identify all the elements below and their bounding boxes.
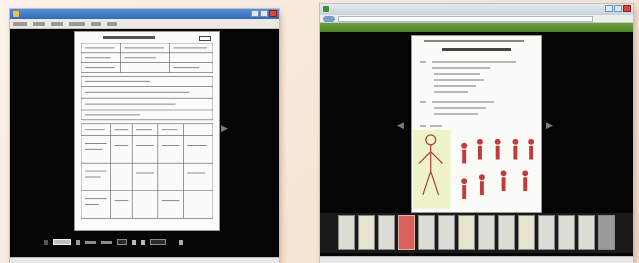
menu-item[interactable]	[13, 21, 27, 26]
page-thumbnail[interactable]	[358, 215, 375, 250]
window-titlebar[interactable]	[10, 9, 279, 19]
page-thumbnail[interactable]	[478, 215, 495, 250]
zoom-in-button[interactable]	[141, 239, 145, 245]
page-thumbnail[interactable]	[498, 215, 515, 250]
promo-background: { "left_window": { "title": "", "menu": …	[0, 0, 639, 263]
page-thumbnail[interactable]	[438, 215, 455, 250]
url-field[interactable]	[338, 16, 593, 22]
window-controls	[251, 10, 277, 17]
page-slider-track[interactable]	[101, 240, 112, 244]
maximize-button[interactable]	[614, 5, 622, 12]
status-bar	[10, 257, 279, 263]
back-forward-buttons[interactable]	[323, 16, 335, 22]
window-titlebar[interactable]	[320, 4, 633, 15]
page-thumbnail[interactable]	[518, 215, 535, 250]
page-thumbnail[interactable]	[598, 215, 615, 250]
page-thumbnail-toggle[interactable]	[53, 239, 71, 245]
document-viewer[interactable]: ▶	[10, 29, 279, 257]
menu-item[interactable]	[69, 21, 85, 26]
zoom-level-field[interactable]	[150, 239, 166, 245]
menu-item[interactable]	[33, 21, 45, 26]
app-icon	[323, 6, 329, 12]
close-button[interactable]	[269, 10, 277, 17]
document-viewer[interactable]: ◀ ▶	[320, 32, 633, 256]
viewer-toolbar	[40, 235, 248, 249]
fullscreen-button[interactable]	[179, 239, 183, 245]
chevron-right-icon[interactable]: ▶	[546, 122, 553, 131]
document-ref-box	[199, 36, 211, 41]
window-controls	[605, 5, 631, 12]
first-page-button[interactable]	[44, 239, 48, 245]
maximize-button[interactable]	[260, 10, 268, 17]
close-button[interactable]	[623, 5, 631, 12]
menu-item[interactable]	[51, 21, 63, 26]
page-thumbnail[interactable]	[558, 215, 575, 250]
page-slider[interactable]	[85, 240, 96, 244]
minimize-button[interactable]	[605, 5, 613, 12]
minimize-button[interactable]	[251, 10, 259, 17]
menu-bar	[10, 19, 279, 29]
prev-page-button[interactable]	[76, 239, 80, 245]
document-page[interactable]	[74, 31, 220, 231]
chevron-right-icon[interactable]: ▶	[221, 125, 228, 134]
app-icon	[13, 11, 19, 17]
page-thumbnail[interactable]	[458, 215, 475, 250]
address-bar	[320, 15, 633, 23]
menu-item[interactable]	[107, 21, 117, 26]
page-number-field[interactable]	[117, 239, 127, 245]
document-title	[103, 36, 155, 39]
page-thumbnail[interactable]	[418, 215, 435, 250]
document-page[interactable]	[411, 35, 542, 213]
illustration-figure	[413, 130, 535, 209]
zoom-out-button[interactable]	[132, 239, 136, 245]
page-thumbnail[interactable]	[578, 215, 595, 250]
page-header	[424, 40, 524, 42]
page-thumbnail[interactable]	[378, 215, 395, 250]
page-thumbnail-strip	[320, 213, 633, 253]
form-content	[81, 43, 213, 219]
menu-item[interactable]	[91, 21, 101, 26]
left-viewer-window: ▶	[10, 9, 279, 263]
page-thumbnail-selected[interactable]	[398, 215, 415, 250]
page-thumbnail[interactable]	[538, 215, 555, 250]
page-thumbnail[interactable]	[338, 215, 355, 250]
status-bar	[320, 256, 633, 263]
chevron-left-icon[interactable]: ◀	[397, 122, 404, 131]
right-viewer-window: ◀ ▶	[320, 4, 633, 263]
app-header-bar	[320, 23, 633, 32]
page-title	[442, 48, 511, 51]
